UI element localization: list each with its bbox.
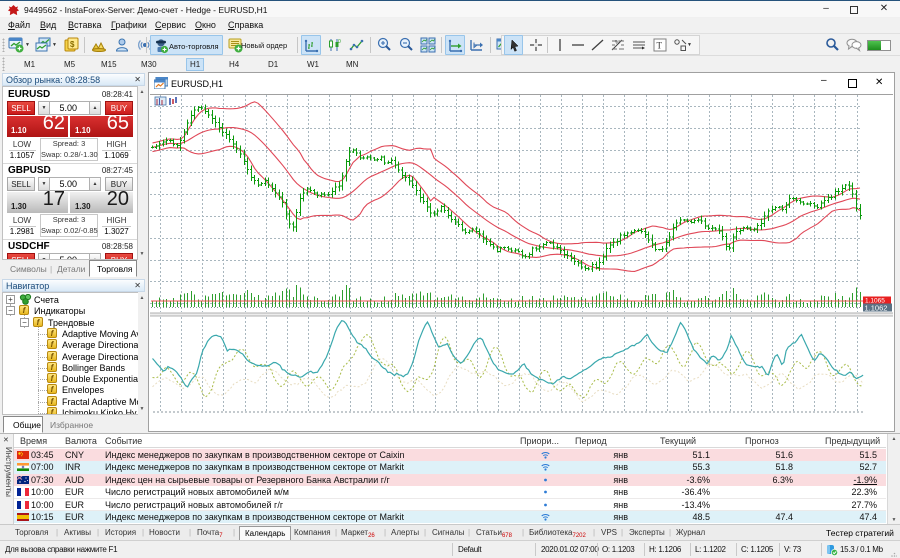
svg-text:%: % <box>615 40 620 46</box>
svg-text:T: T <box>657 41 663 51</box>
svg-text:$: $ <box>70 40 75 49</box>
svg-text:0: 0 <box>338 39 341 45</box>
svg-text:1.1062: 1.1062 <box>865 304 888 313</box>
